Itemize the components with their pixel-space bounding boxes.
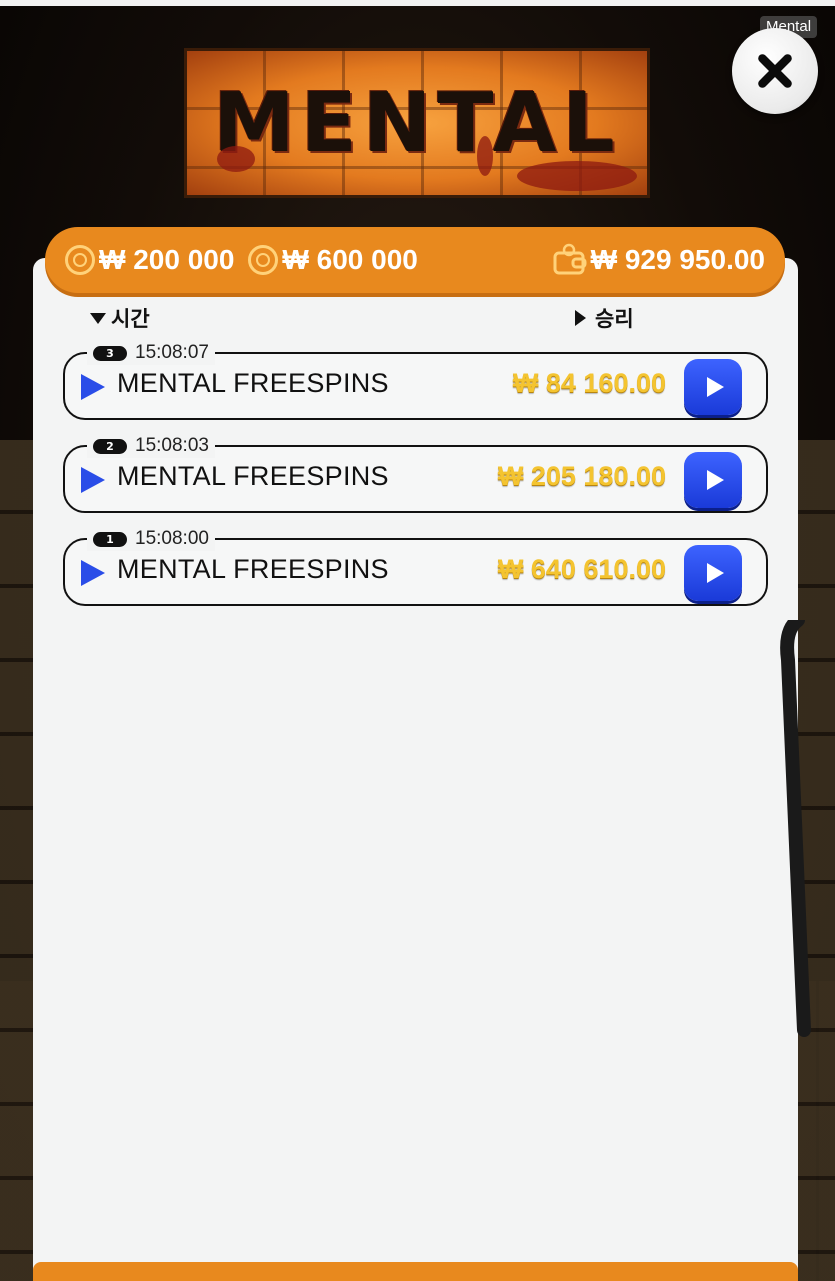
history-row[interactable]: 2 15:08:03 MENTAL FREESPINS ₩ 205 180.00 bbox=[63, 434, 768, 513]
bet-balance-2-value: ₩ 600 000 bbox=[282, 244, 418, 275]
row-index-badge: 2 bbox=[93, 438, 127, 454]
win-column-label: 승리 bbox=[595, 307, 634, 331]
play-icon bbox=[81, 467, 105, 493]
row-win-amount: ₩ 84 160.00 bbox=[512, 368, 666, 398]
sort-by-win[interactable]: 승리 bbox=[575, 303, 634, 333]
coin-icon bbox=[65, 245, 95, 275]
row-index-badge: 1 bbox=[93, 531, 127, 547]
blood-splatter bbox=[477, 136, 493, 176]
bet-balance-2: ₩ 600 000 bbox=[248, 244, 418, 276]
coin-icon bbox=[248, 245, 279, 275]
blood-splatter bbox=[517, 161, 637, 191]
bet-balance-1: ₩ 200 000 bbox=[65, 244, 234, 276]
sort-by-time[interactable]: 시간 bbox=[90, 303, 150, 333]
row-header: 2 15:08:03 bbox=[87, 434, 215, 458]
play-icon bbox=[81, 374, 105, 400]
row-time: 15:08:03 bbox=[135, 435, 209, 456]
game-logo: MENTAL bbox=[184, 48, 650, 198]
history-row[interactable]: 3 15:08:07 MENTAL FREESPINS ₩ 84 160.00 bbox=[63, 341, 768, 420]
close-button[interactable] bbox=[732, 28, 818, 114]
close-icon bbox=[758, 54, 792, 88]
play-icon bbox=[706, 470, 724, 490]
replay-button[interactable] bbox=[684, 359, 742, 415]
row-time: 15:08:07 bbox=[135, 342, 209, 363]
wallet-balance-value: ₩ 929 950.00 bbox=[590, 244, 765, 275]
row-win-amount: ₩ 205 180.00 bbox=[497, 461, 666, 491]
scroll-indicator[interactable] bbox=[776, 620, 816, 1040]
row-header: 3 15:08:07 bbox=[87, 341, 215, 365]
row-header: 1 15:08:00 bbox=[87, 527, 215, 551]
wallet-icon bbox=[553, 243, 587, 275]
logo-text: MENTAL bbox=[213, 75, 621, 171]
replay-button[interactable] bbox=[684, 545, 742, 601]
row-time: 15:08:00 bbox=[135, 528, 209, 549]
sort-desc-icon bbox=[90, 312, 106, 324]
wallet-balance: ₩ 929 950.00 bbox=[553, 243, 765, 277]
play-icon bbox=[706, 377, 724, 397]
replay-button[interactable] bbox=[684, 452, 742, 508]
top-strip bbox=[0, 0, 835, 6]
sort-inactive-icon bbox=[575, 310, 586, 326]
panel-bottom-bar bbox=[33, 1262, 798, 1281]
row-title: MENTAL FREESPINS bbox=[117, 461, 389, 491]
history-row[interactable]: 1 15:08:00 MENTAL FREESPINS ₩ 640 610.00 bbox=[63, 527, 768, 606]
blood-splatter bbox=[217, 146, 255, 172]
time-column-label: 시간 bbox=[111, 307, 150, 331]
row-title: MENTAL FREESPINS bbox=[117, 368, 389, 398]
row-index-badge: 3 bbox=[93, 345, 127, 361]
bet-balance-1-value: ₩ 200 000 bbox=[99, 244, 235, 275]
row-win-amount: ₩ 640 610.00 bbox=[497, 554, 666, 584]
balance-bar: ₩ 200 000 ₩ 600 000 ₩ 929 950.00 bbox=[45, 227, 785, 293]
row-title: MENTAL FREESPINS bbox=[117, 554, 389, 584]
play-icon bbox=[706, 563, 724, 583]
play-icon bbox=[81, 560, 105, 586]
